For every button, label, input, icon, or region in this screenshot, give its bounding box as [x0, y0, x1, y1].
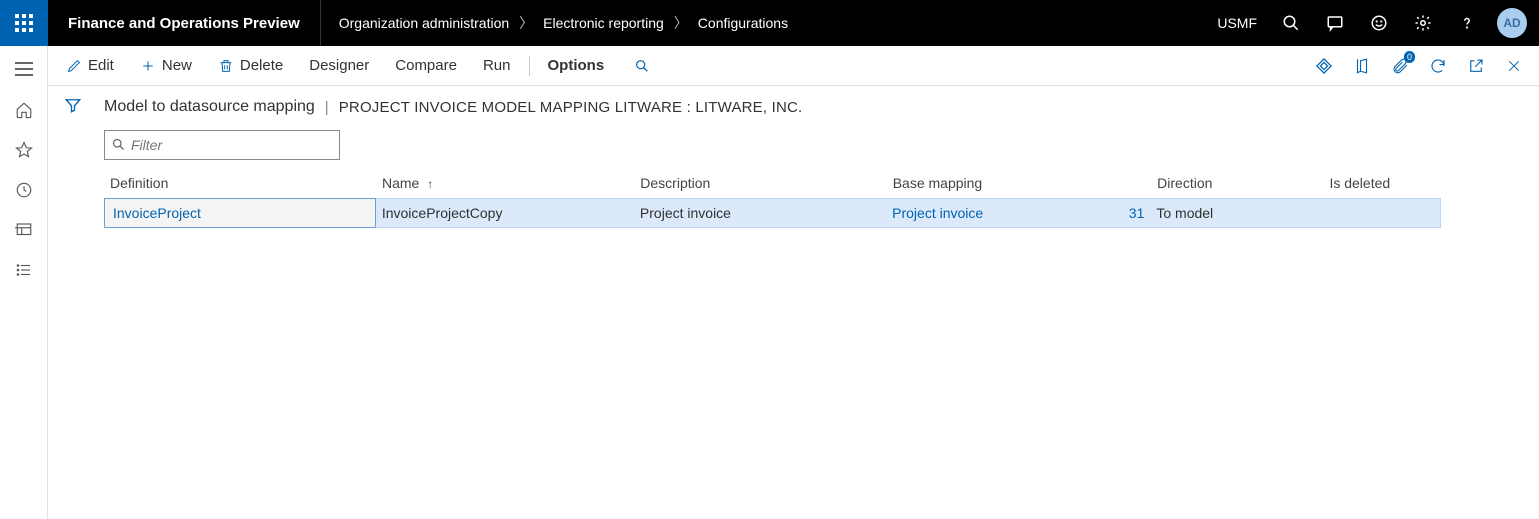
col-description[interactable]: Description: [634, 175, 886, 191]
lozenge-button[interactable]: [1307, 49, 1341, 83]
col-name-label: Name: [382, 175, 419, 191]
search-icon: [111, 137, 126, 152]
smile-icon: [1370, 14, 1388, 32]
col-name[interactable]: Name ↑: [376, 175, 634, 191]
company-picker[interactable]: USMF: [1207, 15, 1267, 31]
nav-home[interactable]: [0, 90, 48, 130]
lozenge-icon: [1314, 56, 1334, 76]
col-definition[interactable]: Definition: [104, 175, 376, 191]
nav-workspaces[interactable]: [0, 210, 48, 250]
workspace-icon: [15, 221, 33, 239]
search-icon: [634, 58, 650, 74]
separator: |: [325, 99, 329, 116]
run-label: Run: [483, 57, 511, 74]
edit-button[interactable]: Edit: [56, 53, 124, 78]
sort-asc-icon: ↑: [427, 177, 433, 191]
breadcrumb-item[interactable]: Electronic reporting: [543, 15, 664, 31]
breadcrumb-item[interactable]: Organization administration: [339, 15, 509, 31]
refresh-icon: [1429, 57, 1447, 75]
delete-button[interactable]: Delete: [208, 53, 293, 78]
filter-box[interactable]: [104, 130, 340, 160]
filter-pane-toggle[interactable]: [48, 86, 98, 519]
cell-direction: To model: [1150, 205, 1322, 221]
feedback-button[interactable]: [1359, 0, 1399, 46]
top-bar: Finance and Operations Preview Organizat…: [0, 0, 1539, 46]
waffle-icon: [15, 14, 33, 32]
left-nav: [0, 46, 48, 519]
col-direction[interactable]: Direction: [1151, 175, 1323, 191]
new-button[interactable]: New: [130, 53, 202, 78]
options-label: Options: [548, 57, 605, 74]
col-base-mapping[interactable]: Base mapping: [887, 175, 1116, 191]
cell-description: Project invoice: [634, 205, 886, 221]
grid-header: Definition Name ↑ Description Base mappi…: [104, 168, 1441, 198]
app-title: Finance and Operations Preview: [48, 0, 321, 46]
help-icon: [1458, 14, 1476, 32]
nav-favorites[interactable]: [0, 130, 48, 170]
compare-label: Compare: [395, 57, 457, 74]
action-bar: Edit New Delete Designer Compare Run Opt…: [48, 46, 1539, 86]
edit-label: Edit: [88, 57, 114, 74]
pencil-icon: [66, 58, 82, 74]
options-button[interactable]: Options: [538, 53, 615, 78]
office-icon: [1353, 57, 1371, 75]
star-icon: [15, 141, 33, 159]
grid: Definition Name ↑ Description Base mappi…: [104, 168, 1441, 228]
run-button[interactable]: Run: [473, 53, 521, 78]
chat-icon: [1326, 14, 1344, 32]
designer-label: Designer: [309, 57, 369, 74]
chevron-right-icon: 〉: [674, 13, 688, 33]
attachments-count: 0: [1404, 51, 1415, 63]
nav-recent[interactable]: [0, 170, 48, 210]
close-icon: [1506, 58, 1522, 74]
filter-input[interactable]: [105, 131, 339, 159]
avatar[interactable]: AD: [1497, 8, 1527, 38]
breadcrumb-item[interactable]: Configurations: [698, 15, 788, 31]
list-icon: [15, 261, 33, 279]
delete-label: Delete: [240, 57, 283, 74]
popout-button[interactable]: [1459, 49, 1493, 83]
attachments-button[interactable]: 0: [1383, 49, 1417, 83]
messages-button[interactable]: [1315, 0, 1355, 46]
page-detail: PROJECT INVOICE MODEL MAPPING LITWARE : …: [339, 99, 803, 116]
chevron-right-icon: 〉: [519, 13, 533, 33]
app-launcher[interactable]: [0, 0, 48, 46]
cell-definition[interactable]: InvoiceProject: [104, 198, 376, 228]
toolbar-search-button[interactable]: [620, 54, 660, 78]
search-icon: [1282, 14, 1300, 32]
designer-button[interactable]: Designer: [299, 53, 379, 78]
page-header: Model to datasource mapping | PROJECT IN…: [102, 98, 1519, 116]
top-tools: USMF AD: [1207, 0, 1539, 46]
cell-name[interactable]: InvoiceProjectCopy: [376, 205, 634, 221]
close-button[interactable]: [1497, 49, 1531, 83]
new-label: New: [162, 57, 192, 74]
popout-icon: [1467, 57, 1485, 75]
action-bar-right: 0: [1307, 49, 1539, 83]
hamburger-icon: [15, 62, 33, 76]
breadcrumb: Organization administration 〉 Electronic…: [321, 0, 1208, 46]
settings-button[interactable]: [1403, 0, 1443, 46]
col-is-deleted[interactable]: Is deleted: [1323, 175, 1441, 191]
office-button[interactable]: [1345, 49, 1379, 83]
cell-base-mapping[interactable]: Project invoice: [886, 205, 1115, 221]
gear-icon: [1414, 14, 1432, 32]
refresh-button[interactable]: [1421, 49, 1455, 83]
plus-icon: [140, 58, 156, 74]
home-icon: [15, 101, 33, 119]
nav-modules[interactable]: [0, 250, 48, 290]
nav-toggle[interactable]: [0, 48, 48, 90]
help-button[interactable]: [1447, 0, 1487, 46]
compare-button[interactable]: Compare: [385, 53, 467, 78]
search-button[interactable]: [1271, 0, 1311, 46]
divider: [529, 56, 530, 76]
clock-icon: [15, 181, 33, 199]
page-title: Model to datasource mapping: [104, 98, 315, 116]
table-row[interactable]: InvoiceProject InvoiceProjectCopy Projec…: [104, 198, 1441, 228]
funnel-icon: [64, 96, 82, 114]
trash-icon: [218, 58, 234, 74]
cell-base-num: 31: [1115, 205, 1150, 221]
